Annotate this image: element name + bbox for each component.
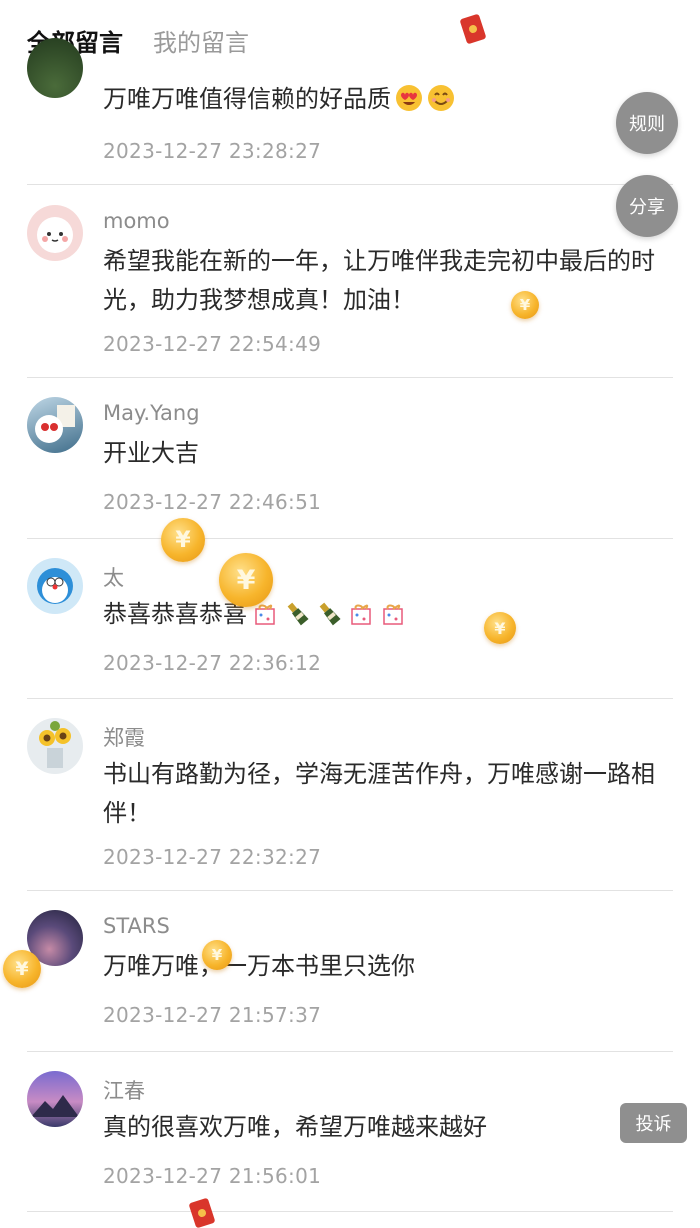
comment-text: 恭喜恭喜恭喜 (103, 595, 673, 634)
champagne-emoji-icon (287, 602, 309, 626)
avatar[interactable] (27, 205, 83, 261)
avatar[interactable] (27, 718, 83, 774)
list-item: momo 希望我能在新的一年，让万唯伴我走完初中最后的时光，助力我梦想成真！加油… (27, 205, 673, 375)
cartoon-avatar-icon (37, 568, 73, 604)
comment-text: 真的很喜欢万唯，希望万唯越来越好 (103, 1113, 487, 1141)
red-packet-icon (459, 13, 487, 45)
list-item: 万唯万唯值得信赖的好品质 2023-12-27 23:28:27 (27, 38, 673, 180)
comment-text: 希望我能在新的一年，让万唯伴我走完初中最后的时光，助力我梦想成真！加油！ (103, 247, 655, 314)
avatar[interactable] (27, 38, 83, 98)
user-name: 郑霞 (103, 726, 145, 750)
comment-text: 万唯万唯值得信赖的好品质 (103, 80, 673, 119)
comment-time: 2023-12-27 22:32:27 (103, 845, 322, 869)
divider (27, 184, 673, 185)
smile-emoji-icon (428, 85, 454, 111)
cartoon-avatar-icon (37, 217, 73, 253)
tab-my-comments[interactable]: 我的留言 (153, 26, 249, 60)
coin-icon: ¥ (219, 553, 273, 607)
list-item: 太 恭喜恭喜恭喜 2023-12-27 22:36:12 (27, 558, 673, 688)
rules-button[interactable]: 规则 (616, 92, 678, 154)
comment-time: 2023-12-27 21:57:37 (103, 1003, 322, 1027)
divider (27, 1051, 673, 1052)
heart-eyes-emoji-icon (396, 85, 422, 111)
avatar[interactable] (27, 1071, 83, 1127)
user-name: 太 (103, 566, 124, 590)
gift-emoji-icon (351, 604, 371, 625)
divider (27, 538, 673, 539)
coin-icon: ¥ (161, 518, 205, 562)
comment-text: 万唯万唯，一万本书里只选你 (103, 952, 415, 980)
list-item: STARS 万唯万唯，一万本书里只选你 2023-12-27 21:57:37 (27, 910, 673, 1040)
avatar[interactable] (27, 558, 83, 614)
report-button[interactable]: 投诉 (620, 1103, 687, 1143)
share-button[interactable]: 分享 (616, 175, 678, 237)
comment-time: 2023-12-27 22:54:49 (103, 332, 322, 356)
divider (27, 890, 673, 891)
avatar[interactable] (27, 397, 83, 453)
user-name: momo (103, 209, 170, 233)
list-item: 江春 真的很喜欢万唯，希望万唯越来越好 2023-12-27 21:56:01 (27, 1071, 673, 1201)
user-name: 江春 (103, 1079, 145, 1103)
red-packet-icon (188, 1197, 216, 1228)
comment-time: 2023-12-27 23:28:27 (103, 139, 322, 163)
divider (27, 1211, 673, 1212)
user-name: STARS (103, 914, 170, 938)
list-item: May.Yang 开业大吉 2023-12-27 22:46:51 (27, 397, 673, 527)
mountain-avatar-icon (31, 1095, 79, 1117)
coin-icon: ¥ (484, 612, 516, 644)
divider (27, 698, 673, 699)
cartoon-avatar-icon (35, 405, 75, 443)
coin-icon: ¥ (202, 940, 232, 970)
comment-text: 书山有路勤为径，学海无涯苦作舟，万唯感谢一路相伴！ (103, 760, 655, 827)
comment-text: 开业大吉 (103, 439, 199, 467)
comment-time: 2023-12-27 21:56:01 (103, 1164, 322, 1188)
divider (27, 377, 673, 378)
list-item: 郑霞 书山有路勤为径，学海无涯苦作舟，万唯感谢一路相伴！ 2023-12-27 … (27, 718, 673, 888)
comment-time: 2023-12-27 22:46:51 (103, 490, 322, 514)
user-name: May.Yang (103, 401, 200, 425)
coin-icon: ¥ (3, 950, 41, 988)
sunflower-avatar-icon (39, 721, 71, 768)
champagne-emoji-icon (319, 602, 341, 626)
coin-icon: ¥ (511, 291, 539, 319)
comment-time: 2023-12-27 22:36:12 (103, 651, 322, 675)
gift-emoji-icon (383, 604, 403, 625)
